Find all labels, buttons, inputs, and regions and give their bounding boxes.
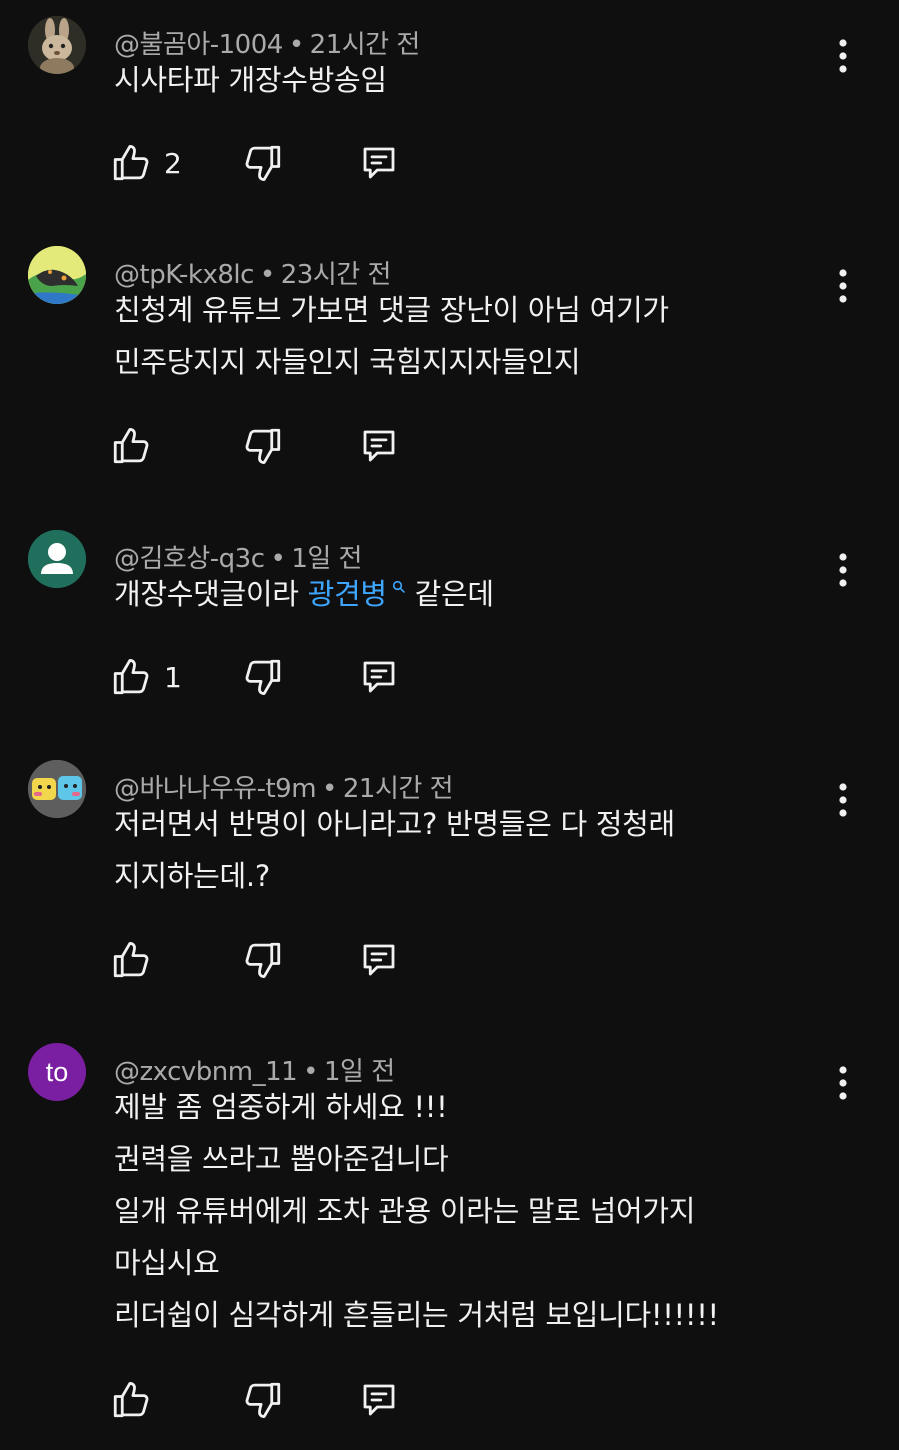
comment-line: 친청계 유튜브 가보면 댓글 장난이 아님 여기가 bbox=[114, 293, 669, 327]
more-vertical-icon bbox=[839, 269, 847, 303]
reply-comment-icon bbox=[363, 430, 395, 462]
comment-text-prefix: 개장수댓글이라 bbox=[114, 577, 308, 611]
search-icon bbox=[392, 580, 405, 593]
comment-line: 권력을 쓰라고 뽑아준겁니다 bbox=[114, 1142, 449, 1176]
more-options-button[interactable] bbox=[826, 546, 860, 594]
reply-button[interactable] bbox=[358, 139, 400, 187]
like-count: 1 bbox=[164, 660, 182, 694]
reply-comment-icon bbox=[363, 944, 395, 976]
comment-actions bbox=[110, 1376, 430, 1424]
frog-avatar-image bbox=[28, 246, 86, 304]
search-link[interactable]: 광견병 bbox=[308, 577, 406, 611]
dislike-button[interactable] bbox=[242, 139, 284, 187]
thumbs-down-icon bbox=[245, 145, 281, 181]
like-button[interactable]: 2 bbox=[110, 139, 182, 187]
dislike-button[interactable] bbox=[242, 936, 284, 984]
reply-button[interactable] bbox=[358, 653, 400, 701]
comment-line: 민주당지지 자들인지 국힘지지자들인지 bbox=[114, 345, 581, 379]
rabbit-avatar-image bbox=[28, 16, 86, 74]
dislike-button[interactable] bbox=[242, 422, 284, 470]
more-vertical-icon bbox=[839, 1066, 847, 1100]
default-avatar-image bbox=[28, 530, 86, 588]
more-options-button[interactable] bbox=[826, 1059, 860, 1107]
comment-actions: 2 bbox=[110, 139, 430, 187]
comment-line: 리더쉽이 심각하게 흔들리는 거처럼 보입니다!!!!!! bbox=[114, 1298, 719, 1332]
comment-text: 저러면서 반명이 아니라고? 반명들은 다 정청래 지지하는데.? bbox=[114, 798, 794, 902]
comment-list: @불곰아-1004 • 21시간 전 시사타파 개장수방송임 2 @tpK-kx… bbox=[0, 0, 899, 1450]
cartoon-avatar-image bbox=[28, 760, 86, 818]
thumbs-up-icon bbox=[113, 428, 149, 464]
avatar[interactable] bbox=[28, 530, 86, 588]
thumbs-down-icon bbox=[245, 942, 281, 978]
comment-actions bbox=[110, 422, 430, 470]
more-vertical-icon bbox=[839, 553, 847, 587]
comment-actions: 1 bbox=[110, 653, 430, 701]
reply-comment-icon bbox=[363, 661, 395, 693]
comment-line: 마십시요 bbox=[114, 1246, 220, 1280]
thumbs-up-icon bbox=[113, 659, 149, 695]
thumbs-down-icon bbox=[245, 428, 281, 464]
avatar[interactable] bbox=[28, 246, 86, 304]
dislike-button[interactable] bbox=[242, 1376, 284, 1424]
like-button[interactable] bbox=[110, 1376, 164, 1424]
reply-button[interactable] bbox=[358, 422, 400, 470]
thumbs-up-icon bbox=[113, 1382, 149, 1418]
search-link-text[interactable]: 광견병 bbox=[308, 577, 387, 611]
reply-button[interactable] bbox=[358, 936, 400, 984]
dislike-button[interactable] bbox=[242, 653, 284, 701]
like-button[interactable] bbox=[110, 936, 164, 984]
like-button[interactable]: 1 bbox=[110, 653, 182, 701]
reply-button[interactable] bbox=[358, 1376, 400, 1424]
thumbs-down-icon bbox=[245, 659, 281, 695]
like-button[interactable] bbox=[110, 422, 164, 470]
comment-line: 개장수댓글이라 광견병 같은데 bbox=[114, 568, 794, 620]
avatar[interactable] bbox=[28, 16, 86, 74]
comment-text: 제발 좀 엄중하게 하세요 !!! 권력을 쓰라고 뽑아준겁니다 일개 유튜버에… bbox=[114, 1081, 794, 1341]
comment-line: 지지하는데.? bbox=[114, 859, 270, 893]
reply-comment-icon bbox=[363, 1384, 395, 1416]
more-vertical-icon bbox=[839, 783, 847, 817]
more-vertical-icon bbox=[839, 39, 847, 73]
comment-text-suffix: 같은데 bbox=[405, 577, 494, 611]
more-options-button[interactable] bbox=[826, 32, 860, 80]
comment-line: 일개 유튜버에게 조차 관용 이라는 말로 넘어가지 bbox=[114, 1194, 696, 1228]
comment-text: 개장수댓글이라 광견병 같은데 bbox=[114, 568, 794, 620]
reply-comment-icon bbox=[363, 147, 395, 179]
comment-line: 저러면서 반명이 아니라고? 반명들은 다 정청래 bbox=[114, 807, 675, 841]
like-count: 2 bbox=[164, 146, 182, 180]
more-options-button[interactable] bbox=[826, 776, 860, 824]
comment-actions bbox=[110, 936, 430, 984]
more-options-button[interactable] bbox=[826, 262, 860, 310]
thumbs-down-icon bbox=[245, 1382, 281, 1418]
avatar[interactable]: to bbox=[28, 1043, 86, 1101]
thumbs-up-icon bbox=[113, 942, 149, 978]
thumbs-up-icon bbox=[113, 145, 149, 181]
comment-line: 제발 좀 엄중하게 하세요 !!! bbox=[114, 1090, 448, 1124]
avatar[interactable] bbox=[28, 760, 86, 818]
avatar-letters: to bbox=[45, 1056, 69, 1087]
comment-text: 시사타파 개장수방송임 bbox=[114, 54, 794, 106]
comment-text: 친청계 유튜브 가보면 댓글 장난이 아님 여기가 민주당지지 자들인지 국힘지… bbox=[114, 284, 794, 388]
comment-line: 시사타파 개장수방송임 bbox=[114, 63, 387, 97]
